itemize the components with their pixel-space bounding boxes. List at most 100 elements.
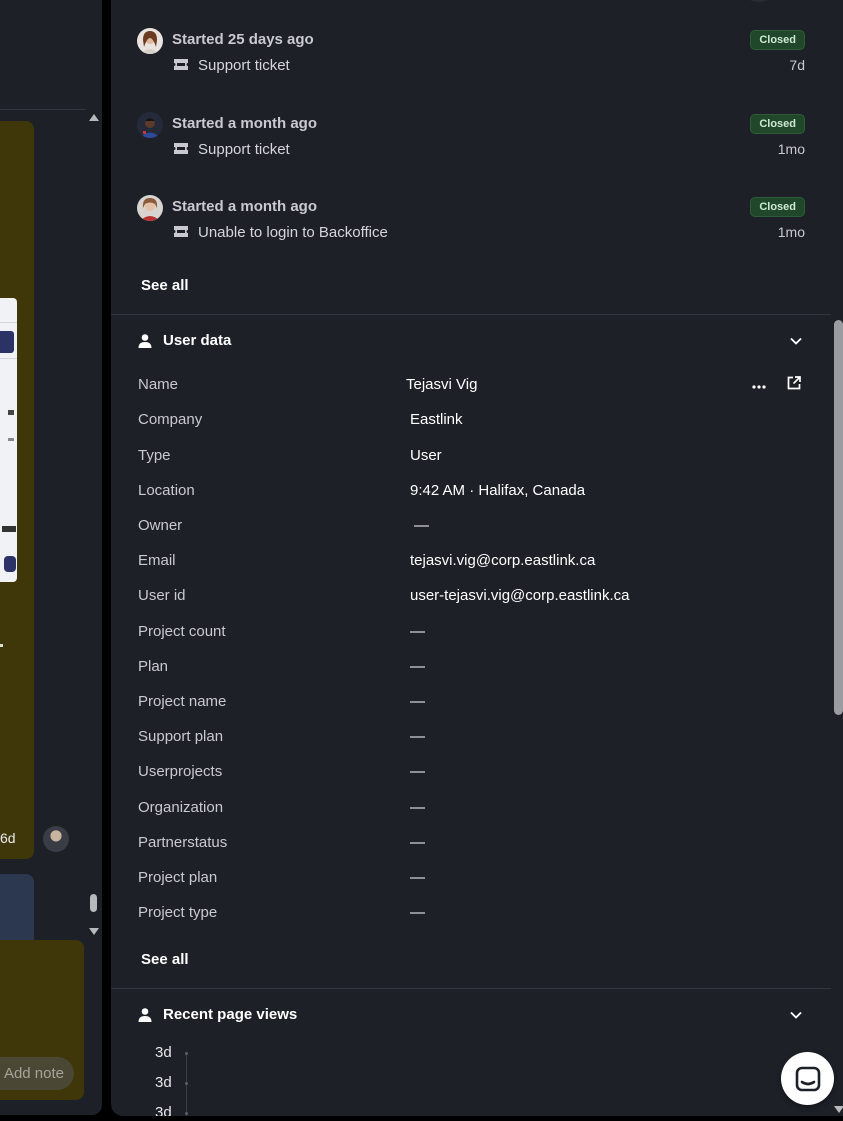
attribute-row-project-plan: Project plan — xyxy=(111,869,831,891)
attribute-value[interactable]: — xyxy=(414,517,429,534)
attribute-label: Name xyxy=(138,376,179,393)
avatar xyxy=(137,28,163,54)
status-badge: Closed xyxy=(750,114,805,134)
person-icon xyxy=(138,1008,152,1022)
attribute-value[interactable]: Eastlink xyxy=(410,411,463,428)
attribute-label: Project type xyxy=(138,904,218,921)
attribute-value[interactable]: — xyxy=(410,623,425,640)
left-conversation-panel: 6d Add note xyxy=(0,0,102,1115)
user-data-section-header[interactable]: User data xyxy=(111,330,831,354)
attribute-value[interactable]: tejasvi.vig@corp.eastlink.ca xyxy=(410,552,595,569)
conversation-item[interactable]: Started a month ago Support ticket Close… xyxy=(111,112,831,172)
timeline-dot xyxy=(185,1082,188,1085)
details-sidebar: Started 25 days ago Support ticket Close… xyxy=(111,0,843,1116)
attribute-label: Location xyxy=(138,482,195,499)
attribute-value[interactable]: — xyxy=(410,869,425,886)
message-timestamp: 6d xyxy=(0,830,16,846)
attribute-label: Type xyxy=(138,447,171,464)
chevron-down-icon[interactable] xyxy=(789,1008,803,1022)
page-view-time: 3d xyxy=(155,1044,172,1061)
attribute-value[interactable]: — xyxy=(410,799,425,816)
attribute-label: Project count xyxy=(138,623,226,640)
attribute-row-userprojects: Userprojects — xyxy=(111,763,831,785)
author-avatar xyxy=(43,826,69,852)
ticket-icon xyxy=(174,143,188,154)
attached-screenshot-thumbnail[interactable] xyxy=(0,298,17,582)
attribute-value[interactable]: — xyxy=(410,763,425,780)
person-icon xyxy=(138,334,152,348)
conversations-see-all-link[interactable]: See all xyxy=(141,277,189,294)
status-badge: Closed xyxy=(750,197,805,217)
attribute-row-location: Location 9:42 AM · Halifax, Canada xyxy=(111,482,831,504)
chat-icon xyxy=(795,1066,821,1092)
conversation-item[interactable]: Started 25 days ago Support ticket Close… xyxy=(111,28,831,88)
avatar xyxy=(137,112,163,138)
attribute-value[interactable]: — xyxy=(410,728,425,745)
attribute-row-name: Name Tejasvi Vig xyxy=(111,376,831,398)
attribute-label: Email xyxy=(138,552,176,569)
attribute-value[interactable]: — xyxy=(410,834,425,851)
conversation-age: 7d xyxy=(789,57,805,73)
page-view-time: 3d xyxy=(155,1104,172,1116)
section-title: User data xyxy=(163,332,232,349)
section-divider xyxy=(111,314,831,315)
left-scrollbar[interactable] xyxy=(88,112,100,942)
attribute-row-type: Type User xyxy=(111,447,831,469)
sidebar-scrollbar[interactable] xyxy=(833,0,843,1116)
conversation-subject: Unable to login to Backoffice xyxy=(198,224,388,241)
attribute-label: Plan xyxy=(138,658,169,675)
attribute-value[interactable]: — xyxy=(410,904,425,921)
attribute-row-organization: Organization — xyxy=(111,799,831,821)
open-external-icon[interactable] xyxy=(786,375,802,391)
section-divider xyxy=(111,988,831,989)
section-title: Recent page views xyxy=(163,1006,298,1023)
timeline-dot xyxy=(185,1052,188,1055)
attribute-row-company: Company Eastlink xyxy=(111,411,831,433)
recent-page-views-section-header[interactable]: Recent page views xyxy=(111,1004,831,1028)
ticket-icon xyxy=(174,226,188,237)
messenger-launcher-button[interactable] xyxy=(781,1052,834,1105)
conversation-subject: Support ticket xyxy=(198,57,290,74)
attribute-label: Project plan xyxy=(138,869,218,886)
ticket-icon xyxy=(174,59,188,70)
more-options-icon[interactable] xyxy=(751,378,767,394)
scroll-thumb[interactable] xyxy=(834,320,843,715)
attribute-value[interactable]: User xyxy=(410,447,442,464)
attribute-label: Partnerstatus xyxy=(138,834,228,851)
attribute-row-project-type: Project type — xyxy=(111,904,831,926)
page-view-time: 3d xyxy=(155,1074,172,1091)
attribute-label: Organization xyxy=(138,799,224,816)
attribute-value[interactable]: Tejasvi Vig xyxy=(406,376,477,393)
status-badge: Closed xyxy=(750,30,805,50)
attribute-row-project-name: Project name — xyxy=(111,693,831,715)
attribute-value[interactable]: — xyxy=(410,693,425,710)
attribute-row-user-id: User id user-tejasvi.vig@corp.eastlink.c… xyxy=(111,587,831,609)
avatar-partial xyxy=(747,0,771,2)
attribute-row-partnerstatus: Partnerstatus — xyxy=(111,834,831,856)
attribute-label: User id xyxy=(138,587,186,604)
attribute-label: Project name xyxy=(138,693,227,710)
conversation-age: 1mo xyxy=(777,224,805,240)
attribute-row-email: Email tejasvi.vig@corp.eastlink.ca xyxy=(111,552,831,574)
text-fragment xyxy=(0,644,3,647)
attribute-label: Support plan xyxy=(138,728,224,745)
attribute-row-owner: Owner — xyxy=(111,517,831,539)
conversation-item[interactable]: Started a month ago Unable to login to B… xyxy=(111,195,831,255)
add-note-button[interactable]: Add note xyxy=(0,1057,74,1090)
avatar xyxy=(137,195,163,221)
scroll-up-arrow-icon[interactable] xyxy=(89,114,99,121)
attribute-value: 9:42 AM · Halifax, Canada xyxy=(410,482,586,499)
attribute-value[interactable]: user-tejasvi.vig@corp.eastlink.ca xyxy=(410,587,629,604)
conversation-title: Started 25 days ago xyxy=(172,31,314,48)
chevron-down-icon[interactable] xyxy=(789,334,803,348)
scroll-down-arrow-icon[interactable] xyxy=(89,928,99,935)
scroll-thumb[interactable] xyxy=(90,894,97,912)
user-data-see-all-link[interactable]: See all xyxy=(141,951,189,968)
attribute-row-plan: Plan — xyxy=(111,658,831,680)
timeline-dot xyxy=(185,1112,188,1115)
scroll-down-arrow-icon[interactable] xyxy=(834,1106,843,1113)
attribute-value[interactable]: — xyxy=(410,658,425,675)
conversation-title: Started a month ago xyxy=(172,115,318,132)
conversation-subject: Support ticket xyxy=(198,141,290,158)
conversation-title: Started a month ago xyxy=(172,198,318,215)
